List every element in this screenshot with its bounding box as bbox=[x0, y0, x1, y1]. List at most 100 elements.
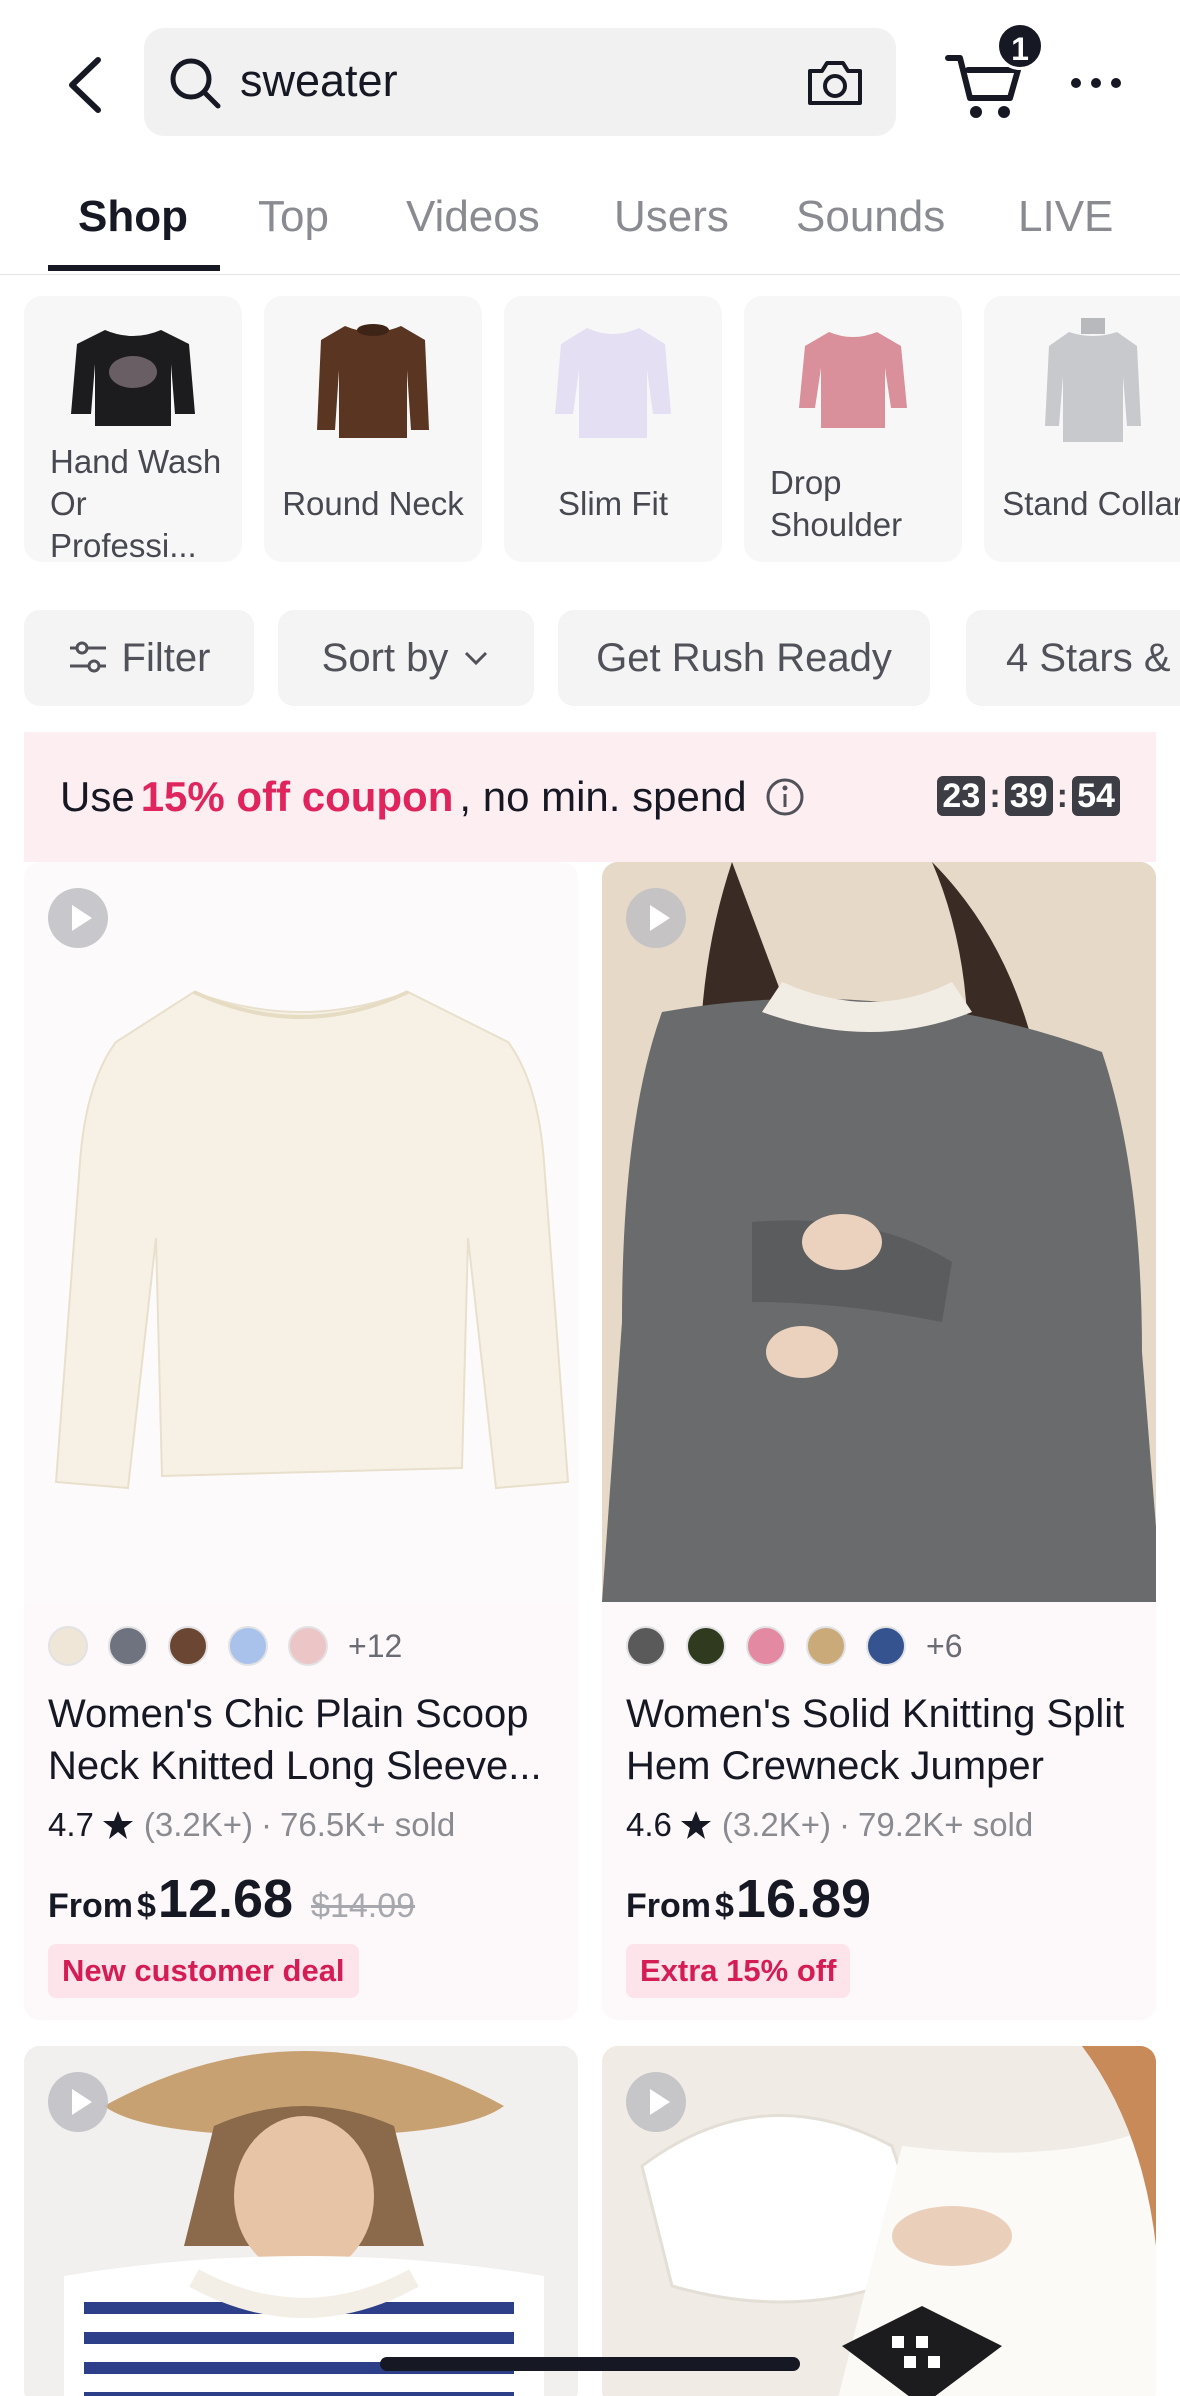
countdown-timer: 23 : 39 : 54 bbox=[937, 776, 1120, 816]
color-swatch[interactable] bbox=[686, 1626, 726, 1666]
product-rating: 4.6 (3.2K+) · 79.2K+ sold bbox=[626, 1806, 1034, 1843]
color-swatch[interactable] bbox=[228, 1626, 268, 1666]
currency-symbol: $ bbox=[715, 1887, 734, 1925]
tab-users[interactable]: Users bbox=[614, 189, 729, 245]
camera-icon[interactable] bbox=[804, 55, 866, 111]
category-chip-round-neck[interactable]: Round Neck bbox=[264, 296, 482, 562]
color-swatch[interactable] bbox=[108, 1626, 148, 1666]
coupon-prefix: Use bbox=[60, 773, 135, 820]
color-swatch[interactable] bbox=[626, 1626, 666, 1666]
tab-videos[interactable]: Videos bbox=[406, 189, 540, 245]
original-price: $14.09 bbox=[311, 1887, 416, 1925]
search-icon bbox=[170, 58, 221, 109]
color-swatch[interactable] bbox=[866, 1626, 906, 1666]
coupon-suffix: , no min. spend bbox=[459, 773, 747, 820]
timer-hours: 23 bbox=[937, 776, 986, 816]
tab-live[interactable]: LIVE bbox=[1018, 189, 1113, 245]
color-swatches: +6 bbox=[626, 1626, 962, 1666]
sold-count: 76.5K+ sold bbox=[280, 1806, 456, 1843]
star-icon bbox=[680, 1811, 711, 1839]
sweater-thumbnail bbox=[71, 330, 195, 426]
rush-label: Get Rush Ready bbox=[596, 635, 892, 680]
category-chip-drop-shoulder[interactable]: Drop Shoulder bbox=[744, 296, 962, 562]
coupon-banner[interactable]: Use 15% off coupon , no min. spend 23 : … bbox=[24, 732, 1156, 862]
info-icon[interactable] bbox=[765, 777, 805, 817]
category-label: Stand Collar bbox=[1002, 485, 1180, 522]
product-rating: 4.7 (3.2K+) · 76.5K+ sold bbox=[48, 1806, 456, 1843]
timer-minutes: 39 bbox=[1004, 776, 1053, 816]
header-bar: sweater 1 bbox=[0, 0, 1180, 165]
chevron-down-icon bbox=[465, 651, 488, 666]
category-carousel: Hand Wash Or Professi... Round Neck Slim… bbox=[0, 296, 1180, 564]
product-price: From $ 16.89 bbox=[626, 1868, 871, 1930]
sold-count: 79.2K+ sold bbox=[858, 1806, 1034, 1843]
color-swatch[interactable] bbox=[168, 1626, 208, 1666]
timer-seconds: 54 bbox=[1072, 776, 1120, 816]
sort-by-dropdown[interactable]: Sort by bbox=[278, 610, 534, 706]
product-card[interactable] bbox=[602, 2046, 1156, 2396]
filter-label: Filter bbox=[121, 635, 211, 680]
product-title: Women's Solid Knitting Split Hem Crewnec… bbox=[626, 1692, 1125, 1788]
sort-label: Sort by bbox=[321, 635, 449, 680]
sweater-thumbnail bbox=[1045, 318, 1141, 442]
stars-label: 4 Stars & bbox=[1006, 635, 1171, 680]
sweater-thumbnail bbox=[317, 324, 429, 438]
color-swatch[interactable] bbox=[48, 1626, 88, 1666]
home-indicator bbox=[380, 2357, 800, 2371]
product-image bbox=[24, 862, 578, 1602]
tab-sounds[interactable]: Sounds bbox=[796, 189, 945, 245]
active-tab-indicator bbox=[48, 265, 220, 271]
filter-button[interactable]: Filter bbox=[24, 610, 254, 706]
category-label: Round Neck bbox=[282, 485, 464, 522]
currency-symbol: $ bbox=[137, 1887, 156, 1925]
get-rush-ready-filter[interactable]: Get Rush Ready bbox=[558, 610, 930, 706]
price-amount: 12.68 bbox=[157, 1869, 294, 1929]
four-stars-filter[interactable]: 4 Stars & bbox=[966, 610, 1180, 706]
search-result-tabs: Shop Top Videos Users Sounds LIVE bbox=[0, 165, 1180, 275]
color-swatch[interactable] bbox=[288, 1626, 328, 1666]
color-swatches: +12 bbox=[48, 1626, 402, 1666]
rating-value: 4.6 bbox=[626, 1806, 672, 1843]
product-title: Women's Chic Plain Scoop Neck Knitted Lo… bbox=[48, 1692, 542, 1788]
review-count: (3.2K+) bbox=[721, 1806, 832, 1843]
price-amount: 16.89 bbox=[735, 1869, 872, 1929]
tab-top[interactable]: Top bbox=[258, 189, 329, 245]
cart-count-badge: 1 bbox=[996, 22, 1044, 70]
tab-shop[interactable]: Shop bbox=[78, 189, 188, 245]
search-query: sweater bbox=[240, 55, 398, 106]
play-video-icon[interactable] bbox=[626, 888, 686, 948]
sweater-thumbnail bbox=[799, 332, 907, 428]
play-video-icon[interactable] bbox=[48, 2072, 108, 2132]
star-icon bbox=[102, 1811, 133, 1839]
category-chip-hand-wash[interactable]: Hand Wash Or Professi... bbox=[24, 296, 242, 562]
product-card[interactable]: +12 Women's Chic Plain Scoop Neck Knitte… bbox=[24, 862, 578, 2020]
promo-tag: New customer deal bbox=[48, 1944, 359, 1998]
product-card[interactable] bbox=[24, 2046, 578, 2396]
price-prefix: From bbox=[48, 1887, 133, 1925]
more-colors-count: +12 bbox=[348, 1627, 403, 1664]
review-count: (3.2K+) bbox=[143, 1806, 254, 1843]
category-chip-stand-collar[interactable]: Stand Collar bbox=[984, 296, 1180, 562]
category-label: Hand Wash Or Professi... bbox=[50, 443, 222, 562]
product-image bbox=[602, 862, 1156, 1602]
color-swatch[interactable] bbox=[806, 1626, 846, 1666]
category-label: Drop Shoulder bbox=[770, 464, 903, 543]
sliders-icon bbox=[69, 641, 106, 673]
play-video-icon[interactable] bbox=[626, 2072, 686, 2132]
product-price: From $ 12.68 $14.09 bbox=[48, 1868, 415, 1930]
category-chip-slim-fit[interactable]: Slim Fit bbox=[504, 296, 722, 562]
coupon-highlight: 15% off coupon bbox=[140, 773, 454, 820]
product-card[interactable]: +6 Women's Solid Knitting Split Hem Crew… bbox=[602, 862, 1156, 2020]
promo-tag: Extra 15% off bbox=[626, 1944, 851, 1998]
more-colors-count: +6 bbox=[926, 1627, 963, 1664]
play-video-icon[interactable] bbox=[48, 888, 108, 948]
price-prefix: From bbox=[626, 1887, 711, 1925]
rating-value: 4.7 bbox=[48, 1806, 94, 1843]
filter-bar: Filter Sort by Get Rush Ready 4 Stars & bbox=[0, 610, 1180, 710]
more-options-icon[interactable] bbox=[1068, 60, 1124, 106]
back-arrow-icon[interactable] bbox=[52, 50, 122, 120]
sweater-thumbnail bbox=[555, 328, 671, 438]
color-swatch[interactable] bbox=[746, 1626, 786, 1666]
search-input[interactable]: sweater bbox=[144, 28, 896, 136]
category-label: Slim Fit bbox=[558, 485, 668, 522]
